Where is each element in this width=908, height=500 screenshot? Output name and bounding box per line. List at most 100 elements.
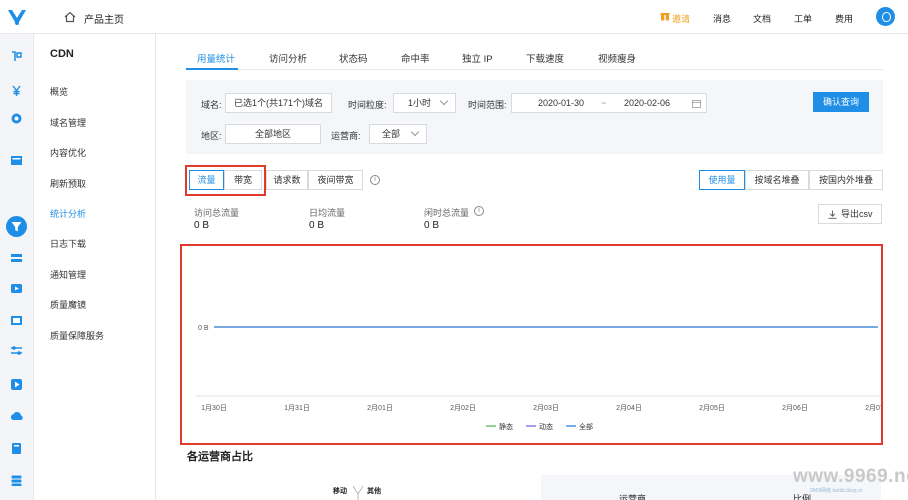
database-icon-2[interactable] [10, 252, 23, 265]
tab-access-analysis[interactable]: 访问分析 [269, 51, 307, 65]
stat-idle-traffic-label: 闲时总流量 [424, 208, 470, 218]
view-stack-domain-button[interactable]: 按域名堆叠 [745, 170, 809, 190]
isp-share-title: 各运营商占比 [187, 451, 253, 463]
download-icon [828, 210, 837, 219]
menu-item-content-optimization[interactable]: 内容优化 [50, 146, 86, 159]
database-icon[interactable] [10, 220, 23, 233]
x-tick-label: 1月30日 [201, 404, 227, 412]
tab-download-speed[interactable]: 下载速度 [526, 51, 564, 65]
pie-label-mobile: 移动 [333, 488, 347, 495]
cloud-icon[interactable] [10, 410, 23, 423]
stat-daily-traffic-value: 0 B [309, 220, 325, 231]
tab-video-slim[interactable]: 视频瘦身 [598, 51, 636, 65]
range-start: 2020-01-30 [538, 98, 585, 108]
tab-status-code[interactable]: 状态码 [339, 51, 368, 65]
granularity-select[interactable]: 1小时 [393, 93, 456, 113]
x-tick-label: 2月02日 [450, 404, 476, 412]
menu-item-refresh-prefetch[interactable]: 刷新预取 [50, 177, 86, 190]
watermark: www.9969.net [793, 466, 908, 487]
stat-total-traffic-label: 访问总流量 [194, 208, 240, 218]
chevron-down-icon [439, 96, 449, 106]
stat-total-traffic-value: 0 B [194, 220, 210, 231]
gift-icon[interactable] [660, 11, 670, 21]
user-avatar[interactable] [876, 7, 895, 26]
pie-label-other: 其他 [367, 488, 381, 495]
film-icon[interactable] [10, 314, 23, 327]
menu-item-domains[interactable]: 域名管理 [50, 116, 86, 129]
server-icon[interactable] [10, 154, 23, 167]
x-tick-label: 1月31日 [284, 404, 310, 412]
traffic-chart: 0 B 1月30日 1月31日 2月01日 2月02日 2月03日 2月04日 2月05日 2月… [180, 244, 883, 445]
menu-title: CDN [50, 48, 74, 60]
storage-icon[interactable] [10, 442, 23, 455]
time-range-picker[interactable]: 2020-01-30 ~ 2020-02-06 [511, 93, 707, 113]
tickets-link[interactable]: 工单 [794, 12, 812, 25]
bulb-icon[interactable] [10, 112, 23, 125]
x-tick-label: 2月05日 [699, 404, 725, 412]
logo-icon[interactable] [6, 7, 28, 27]
pie-leader-lines [352, 485, 364, 500]
domain-select[interactable]: 已选1个(共171个)域名 [225, 93, 332, 113]
play-icon[interactable] [10, 378, 23, 391]
menu-item-notifications[interactable]: 通知管理 [50, 268, 86, 281]
x-tick-label: 2月03日 [533, 404, 559, 412]
cdn-side-menu: CDN 概览 域名管理 内容优化 刷新预取 统计分析 日志下载 通知管理 质量魔… [34, 34, 156, 500]
home-icon[interactable] [64, 11, 76, 23]
range-end: 2020-02-06 [624, 98, 671, 108]
isp-value: 全部 [382, 129, 401, 139]
monitor-icon[interactable] [10, 50, 23, 63]
calendar-icon [692, 100, 701, 108]
x-tick-label: 2月01日 [367, 404, 393, 412]
product-icon-rail [0, 34, 34, 500]
menu-item-overview[interactable]: 概览 [50, 85, 68, 98]
export-csv-button[interactable]: 导出csv [818, 204, 882, 224]
metric-traffic-button[interactable]: 流量 [189, 170, 224, 190]
metric-requests-button[interactable]: 请求数 [266, 170, 308, 190]
chevron-down-icon [410, 127, 420, 137]
metric-bandwidth-button[interactable]: 带宽 [224, 170, 262, 190]
region-select[interactable]: 全部地区 [225, 124, 321, 144]
tab-usage[interactable]: 用量统计 [197, 51, 235, 65]
yen-icon[interactable] [10, 84, 23, 97]
video-icon[interactable] [10, 282, 23, 295]
top-bar: 产品主页 邀请 消息 文档 工单 费用 [0, 0, 908, 34]
product-home-link[interactable]: 产品主页 [84, 11, 124, 26]
isp-label: 运营商: [331, 131, 361, 141]
sliders-icon[interactable] [10, 344, 23, 357]
menu-item-quality-mirror[interactable]: 质量魔镜 [50, 298, 86, 311]
info-icon[interactable]: i [370, 175, 380, 185]
y-tick-label: 0 B [198, 325, 209, 332]
legend-label: 静态 [499, 422, 513, 431]
info-icon-idle[interactable]: i [474, 206, 484, 216]
view-usage-button[interactable]: 使用量 [699, 170, 745, 190]
x-tick-label: 2月07日 [865, 404, 881, 412]
legend-label: 动态 [539, 422, 553, 431]
granularity-label: 时间粒度: [348, 100, 387, 110]
stack-icon[interactable] [10, 474, 23, 487]
active-tab-underline [186, 68, 238, 70]
confirm-query-button[interactable]: 确认查询 [813, 92, 869, 112]
x-tick-label: 2月06日 [782, 404, 808, 412]
table-header-isp: 运营商 [619, 494, 647, 500]
time-range-label: 时间范围: [468, 100, 507, 110]
export-csv-label: 导出csv [841, 209, 873, 219]
messages-link[interactable]: 消息 [713, 12, 731, 25]
tab-hit-rate[interactable]: 命中率 [401, 51, 430, 65]
invite-link[interactable]: 邀请 [672, 12, 690, 25]
stats-tabs: 用量统计 访问分析 状态码 命中率 独立 IP 下载速度 视频瘦身 [186, 40, 883, 70]
tab-unique-ip[interactable]: 独立 IP [462, 51, 493, 65]
isp-select[interactable]: 全部 [369, 124, 427, 144]
metric-night-bandwidth-button[interactable]: 夜间带宽 [308, 170, 363, 190]
granularity-value: 1小时 [408, 98, 432, 108]
view-stack-region-button[interactable]: 按国内外堆叠 [809, 170, 883, 190]
x-tick-label: 2月04日 [616, 404, 642, 412]
watermark-sub: 9969网络 tanbb.blog.cn [810, 488, 863, 494]
range-separator: ~ [601, 98, 607, 108]
table-header-ratio: 比例 [793, 494, 812, 500]
menu-item-log-download[interactable]: 日志下载 [50, 237, 86, 250]
docs-link[interactable]: 文档 [753, 12, 771, 25]
menu-item-statistics[interactable]: 统计分析 [50, 207, 86, 220]
billing-link[interactable]: 费用 [835, 12, 853, 25]
legend-label: 全部 [579, 422, 593, 431]
menu-item-quality-assurance[interactable]: 质量保障服务 [50, 329, 104, 342]
